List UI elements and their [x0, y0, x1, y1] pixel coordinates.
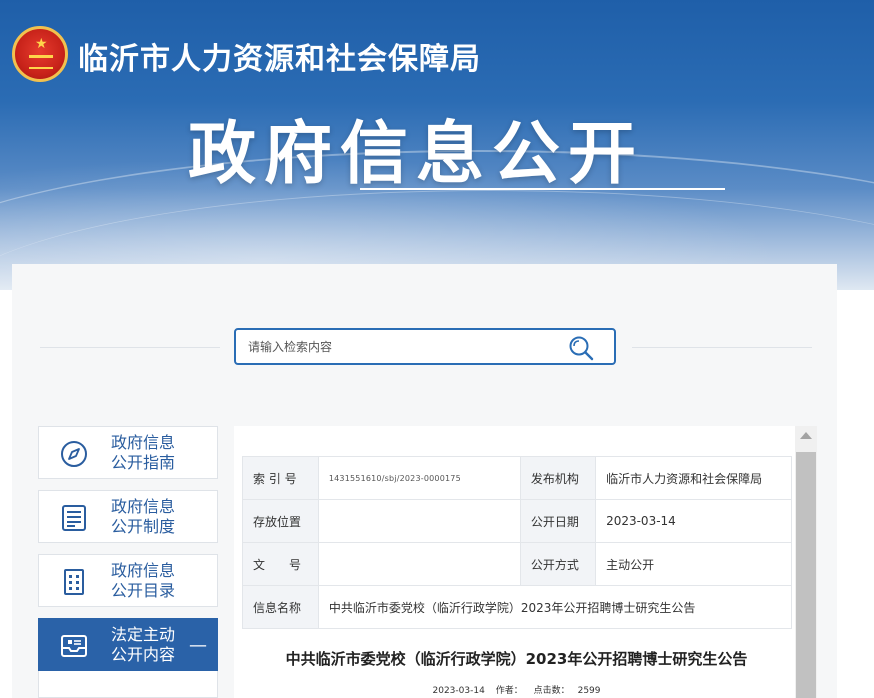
main-panel: 政府信息 公开指南 政府信息 公开制度 政府信息 公开目录: [12, 264, 837, 698]
meta-value: [317, 499, 521, 543]
article-date: 2023-03-14: [432, 686, 485, 696]
meta-label: 索 引 号: [242, 456, 319, 500]
sidebar-item-statutory[interactable]: 法定主动 公开内容 —: [38, 618, 218, 671]
meta-label: 发布机构: [519, 456, 597, 500]
national-emblem-icon: ★: [12, 26, 68, 82]
label-line: 公开制度: [111, 517, 176, 536]
sidebar-item-label: 政府信息 公开制度: [111, 497, 211, 537]
meta-label: 公开方式: [519, 542, 597, 586]
meta-label: 信息名称: [242, 585, 319, 629]
meta-value: 1431551610/sbj/2023-0000175: [317, 456, 521, 500]
compass-icon: [61, 441, 87, 467]
scroll-up-arrow-icon[interactable]: [800, 432, 812, 439]
catalog-icon: [64, 569, 84, 595]
section-title: 政府信息公开: [188, 115, 645, 194]
inbox-icon: [61, 635, 87, 657]
sidebar-item-label: 政府信息 公开目录: [111, 561, 211, 601]
search-input[interactable]: [248, 336, 548, 358]
header-banner: ★ 临沂市人力资源和社会保障局 政府信息公开: [0, 0, 874, 290]
label-line: 政府信息: [111, 497, 176, 516]
meta-value: 主动公开: [595, 542, 792, 586]
org-name[interactable]: 临沂市人力资源和社会保障局: [78, 34, 481, 78]
author-label: 作者：: [495, 686, 523, 696]
sidebar-item-guide[interactable]: 政府信息 公开指南: [38, 426, 218, 479]
table-row: 存放位置 公开日期 2023-03-14: [242, 499, 792, 543]
divider: [40, 347, 220, 348]
sidebar-submenu: [38, 671, 218, 698]
table-row: 信息名称 中共临沂市委党校（临沂行政学院）2023年公开招聘博士研究生公告: [242, 585, 793, 629]
search-icon[interactable]: [568, 335, 594, 361]
content-area: 索 引 号 1431551610/sbj/2023-0000175 发布机构 临…: [234, 426, 817, 698]
article-title: 中共临沂市委党校（临沂行政学院）2023年公开招聘博士研究生公告: [285, 650, 748, 668]
label-line: 政府信息: [111, 433, 176, 452]
table-row: 文 号 公开方式 主动公开: [242, 542, 792, 586]
views-label: 点击数：: [533, 686, 570, 696]
divider: [632, 347, 812, 348]
table-row: 索 引 号 1431551610/sbj/2023-0000175 发布机构 临…: [242, 456, 792, 500]
collapse-toggle[interactable]: —: [189, 635, 207, 656]
label-line: 公开目录: [111, 581, 176, 600]
info-meta-table: 索 引 号 1431551610/sbj/2023-0000175 发布机构 临…: [242, 456, 793, 629]
meta-value: 中共临沂市委党校（临沂行政学院）2023年公开招聘博士研究生公告: [317, 585, 793, 629]
meta-value: 临沂市人力资源和社会保障局: [595, 456, 792, 500]
scrollbar-thumb[interactable]: [796, 452, 816, 698]
article-meta: 2023-03-14 作者： 点击数： 2599: [234, 683, 799, 696]
views-count: 2599: [577, 686, 601, 696]
meta-label: 公开日期: [519, 499, 597, 543]
title-underline: [360, 188, 725, 190]
meta-value: [317, 542, 521, 586]
document-list-icon: [62, 505, 86, 531]
search-row: [12, 328, 837, 366]
sidebar-item-catalog[interactable]: 政府信息 公开目录: [38, 554, 218, 607]
meta-label: 文 号: [242, 542, 319, 586]
sidebar-item-system[interactable]: 政府信息 公开制度: [38, 490, 218, 543]
content-scrollbar[interactable]: [795, 426, 817, 698]
meta-value: 2023-03-14: [595, 499, 792, 543]
sidebar-item-label: 政府信息 公开指南: [111, 433, 211, 473]
label-line: 政府信息: [111, 561, 176, 580]
label-line: 公开指南: [111, 453, 176, 472]
search-box: [234, 328, 616, 365]
meta-label: 存放位置: [242, 499, 319, 543]
